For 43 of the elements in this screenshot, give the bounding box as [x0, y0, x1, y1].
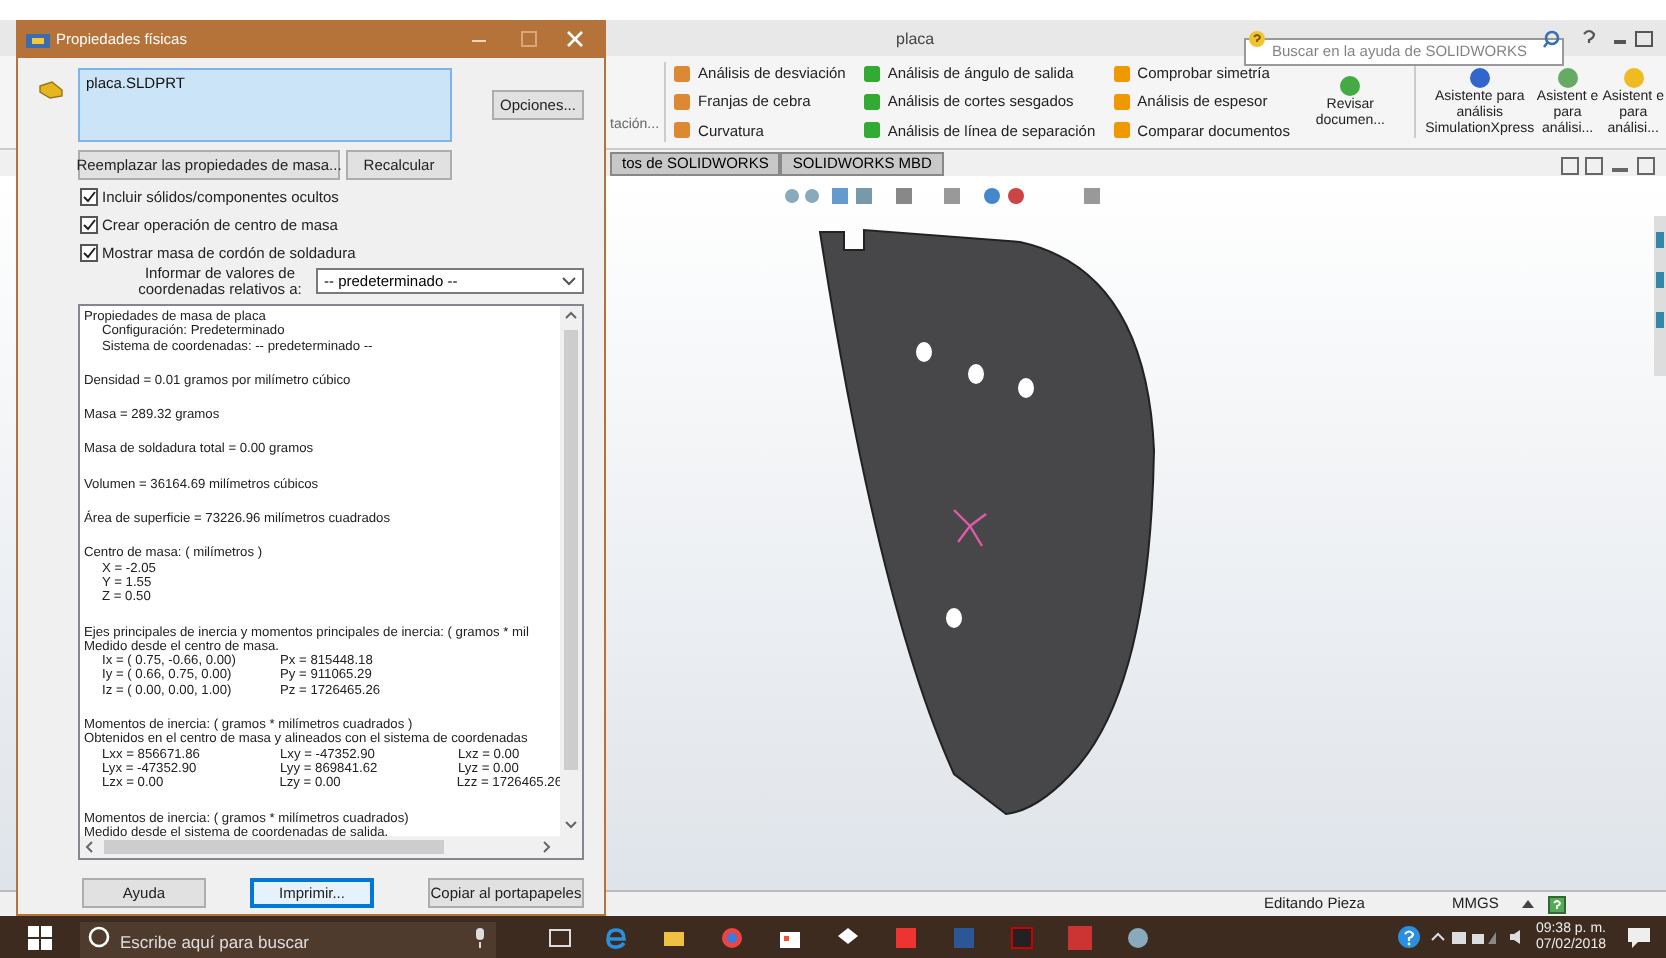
tool-icon — [1111, 63, 1132, 84]
taskbar-search-field[interactable]: Escribe aquí para buscar — [80, 921, 496, 958]
horizontal-scrollbar[interactable] — [80, 836, 582, 858]
help-icon[interactable] — [1548, 895, 1566, 913]
app-icon — [26, 31, 50, 49]
side-toolbar-icon[interactable] — [1654, 216, 1666, 376]
tool-icon — [1338, 74, 1363, 98]
caret-icon[interactable] — [1520, 896, 1536, 912]
window-title: placa — [896, 28, 935, 52]
tool-icon — [672, 120, 693, 141]
notification-icon[interactable] — [1628, 927, 1650, 947]
chevron-down-icon — [562, 276, 576, 286]
search-icon[interactable] — [1542, 29, 1560, 47]
help-icon[interactable] — [1397, 926, 1420, 948]
search-icon — [88, 926, 110, 948]
tool-icon — [1467, 66, 1492, 90]
microphone-icon[interactable] — [474, 927, 486, 947]
vertical-scrollbar[interactable] — [560, 306, 582, 838]
task-view-icon[interactable] — [548, 925, 572, 949]
system-tray-icon[interactable] — [1429, 928, 1498, 946]
window-controls-icon[interactable] — [468, 30, 588, 50]
checkbox-icon[interactable] — [80, 188, 98, 207]
help-icon — [1248, 29, 1266, 47]
tool-icon — [861, 63, 882, 84]
app-icon[interactable] — [894, 925, 918, 949]
window-controls-icon[interactable] — [1560, 156, 1660, 176]
tool-icon — [1111, 120, 1132, 141]
pdf-icon[interactable] — [1010, 925, 1034, 949]
tool-icon — [1621, 66, 1646, 90]
tool-icon — [1111, 92, 1132, 112]
checkbox-icon[interactable] — [80, 244, 98, 263]
checkbox-icon[interactable] — [80, 216, 98, 235]
speaker-icon[interactable] — [1507, 928, 1526, 946]
browser-icon[interactable] — [604, 925, 628, 949]
tool-icon — [1555, 66, 1580, 90]
tool-icon — [861, 92, 882, 112]
part-icon — [38, 80, 64, 100]
tool-icon — [672, 92, 693, 112]
browser-icon[interactable] — [720, 925, 744, 949]
app-icon[interactable] — [1068, 925, 1092, 949]
tool-icon — [861, 120, 882, 141]
tool-icon — [672, 63, 693, 84]
windows-start-icon[interactable] — [28, 925, 52, 949]
